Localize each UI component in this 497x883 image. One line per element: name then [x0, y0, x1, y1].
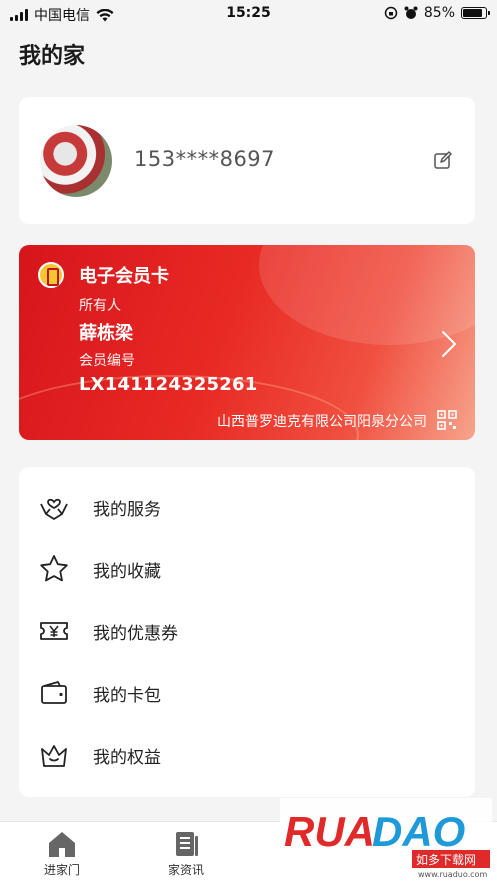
status-bar: 中国电信 15:25 85%: [0, 0, 497, 28]
svg-text:如多下载网: 如多下载网: [416, 852, 476, 867]
menu-label: 我的服务: [93, 499, 161, 520]
avatar[interactable]: [40, 125, 112, 197]
alarm-icon: [404, 6, 418, 19]
menu-label: 我的优惠券: [93, 623, 178, 644]
page-title: 我的家: [19, 44, 86, 69]
battery-percent: 85%: [423, 5, 455, 21]
menu-item-coupons[interactable]: 我的优惠券: [19, 601, 475, 661]
coupon-icon: [40, 622, 68, 640]
news-icon: [176, 832, 198, 856]
member-number: LX141124325261: [79, 374, 258, 395]
phone-number: 153****8697: [134, 147, 276, 171]
menu-list: 我的服务 我的收藏 我的优惠券 我的卡包 我的权益: [19, 467, 475, 797]
menu-label: 我的卡包: [93, 685, 161, 706]
menu-item-benefits[interactable]: 我的权益: [19, 725, 475, 785]
edit-icon[interactable]: [433, 150, 453, 170]
tab-news[interactable]: 家资讯: [146, 830, 226, 878]
menu-label: 我的权益: [93, 747, 161, 768]
status-right: 85%: [384, 5, 490, 21]
union-logo-icon: [38, 262, 64, 288]
menu-item-wallet[interactable]: 我的卡包: [19, 663, 475, 723]
member-number-label: 会员编号: [79, 353, 135, 369]
member-card-title: 电子会员卡: [79, 266, 169, 287]
menu-item-favorites[interactable]: 我的收藏: [19, 539, 475, 599]
chevron-right-icon[interactable]: [441, 330, 457, 358]
orientation-lock-icon: [384, 6, 398, 20]
menu-label: 我的收藏: [93, 561, 161, 582]
wallet-icon: [41, 681, 67, 704]
profile-card[interactable]: 153****8697: [19, 97, 475, 224]
member-card[interactable]: 电子会员卡 所有人 薛栋梁 会员编号 LX141124325261 山西普罗迪克…: [19, 245, 475, 440]
star-icon: [40, 555, 68, 582]
svg-text:www.ruaduo.com: www.ruaduo.com: [418, 870, 487, 879]
tab-label: 家资讯: [167, 863, 204, 877]
home-icon: [49, 832, 75, 857]
battery-icon: [461, 7, 490, 19]
company-name: 山西普罗迪克有限公司阳泉分公司: [217, 414, 427, 430]
owner-name: 薛栋梁: [79, 323, 133, 344]
crown-icon: [41, 745, 67, 767]
owner-label: 所有人: [79, 298, 121, 314]
tab-label: 进家门: [43, 863, 80, 877]
watermark-logo: RUA DAO 如多下载网 www.ruaduo.com: [280, 798, 492, 880]
menu-item-service[interactable]: 我的服务: [19, 477, 475, 537]
svg-text:RUA: RUA: [284, 808, 375, 855]
qr-code-icon[interactable]: [437, 410, 457, 430]
service-hands-icon: [40, 498, 68, 520]
svg-text:DAO: DAO: [372, 808, 465, 855]
tab-home[interactable]: 进家门: [22, 830, 102, 878]
